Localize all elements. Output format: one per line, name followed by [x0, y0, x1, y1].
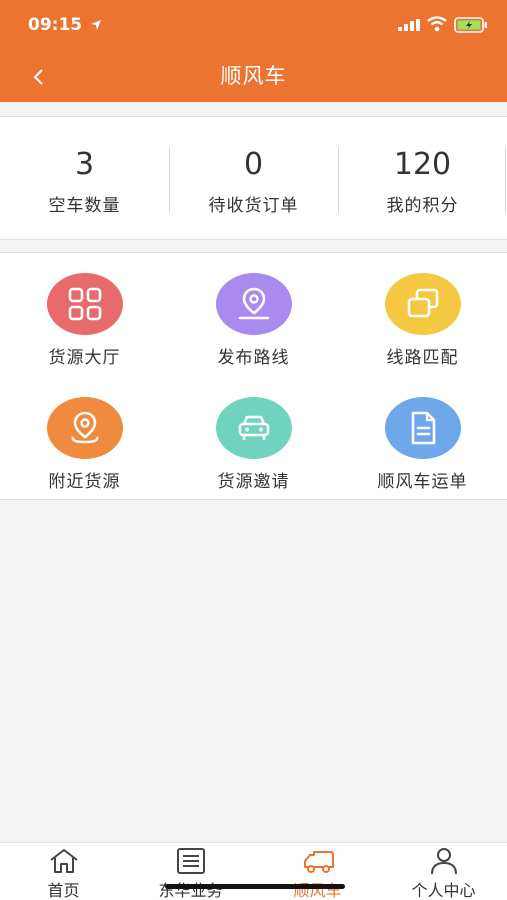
app-header: 09:15 顺风车 [0, 0, 507, 102]
location-pin-icon [47, 397, 123, 459]
function-grid: 货源大厅 发布路线 线路匹配 附近货源 货源邀请 顺风车运单 [0, 252, 507, 500]
overlap-squares-icon [385, 273, 461, 335]
stats-card: 3 空车数量 0 待收货订单 120 我的积分 [0, 116, 507, 240]
tab-personal-center[interactable]: 个人中心 [380, 843, 507, 900]
truck-icon [304, 851, 334, 873]
grid-label: 货源邀请 [217, 472, 290, 492]
status-time: 09:15 [28, 15, 83, 35]
grid-item-cargo-invite[interactable]: 货源邀请 [169, 377, 338, 501]
grid-label: 发布路线 [217, 348, 290, 368]
grid-item-cargo-hall[interactable]: 货源大厅 [0, 253, 169, 377]
divider [505, 147, 506, 213]
stat-my-points[interactable]: 120 我的积分 [338, 117, 507, 241]
signal-icon [398, 19, 420, 31]
location-pin-icon [216, 273, 292, 335]
grid-item-waybill[interactable]: 顺风车运单 [338, 377, 507, 501]
tab-home[interactable]: 首页 [0, 843, 127, 900]
battery-icon [454, 17, 487, 33]
list-icon [177, 848, 205, 874]
grid-item-route-match[interactable]: 线路匹配 [338, 253, 507, 377]
grid-label: 线路匹配 [386, 348, 459, 368]
stat-empty-vehicles[interactable]: 3 空车数量 [0, 117, 169, 241]
stat-label: 空车数量 [48, 196, 121, 216]
stat-label: 待收货订单 [208, 196, 299, 216]
grid-four-icon [47, 273, 123, 335]
grid-label: 附近货源 [48, 472, 121, 492]
stat-pending-orders[interactable]: 0 待收货订单 [169, 117, 338, 241]
grid-item-publish-route[interactable]: 发布路线 [169, 253, 338, 377]
car-icon [216, 397, 292, 459]
home-indicator [165, 884, 345, 889]
location-arrow-icon [91, 20, 101, 30]
user-icon [431, 848, 457, 875]
home-icon [50, 849, 78, 873]
document-icon [385, 397, 461, 459]
grid-label: 货源大厅 [48, 348, 121, 368]
tab-hitch-ride[interactable]: 顺风车 [254, 843, 381, 900]
tab-donghua-business[interactable]: 东华业务 [127, 843, 254, 900]
stat-value: 0 [243, 147, 264, 182]
tab-label: 首页 [47, 881, 80, 900]
status-bar: 09:15 [0, 0, 507, 48]
tab-label: 个人中心 [411, 881, 476, 900]
grid-label: 顺风车运单 [377, 472, 468, 492]
stat-label: 我的积分 [386, 196, 459, 216]
wifi-icon [427, 16, 447, 32]
bottom-tab-bar: 首页 东华业务 顺风车 个人中心 [0, 842, 507, 900]
stat-value: 3 [74, 147, 95, 182]
stat-value: 120 [393, 147, 452, 182]
page-title: 顺风车 [220, 64, 287, 88]
grid-item-nearby-cargo[interactable]: 附近货源 [0, 377, 169, 501]
